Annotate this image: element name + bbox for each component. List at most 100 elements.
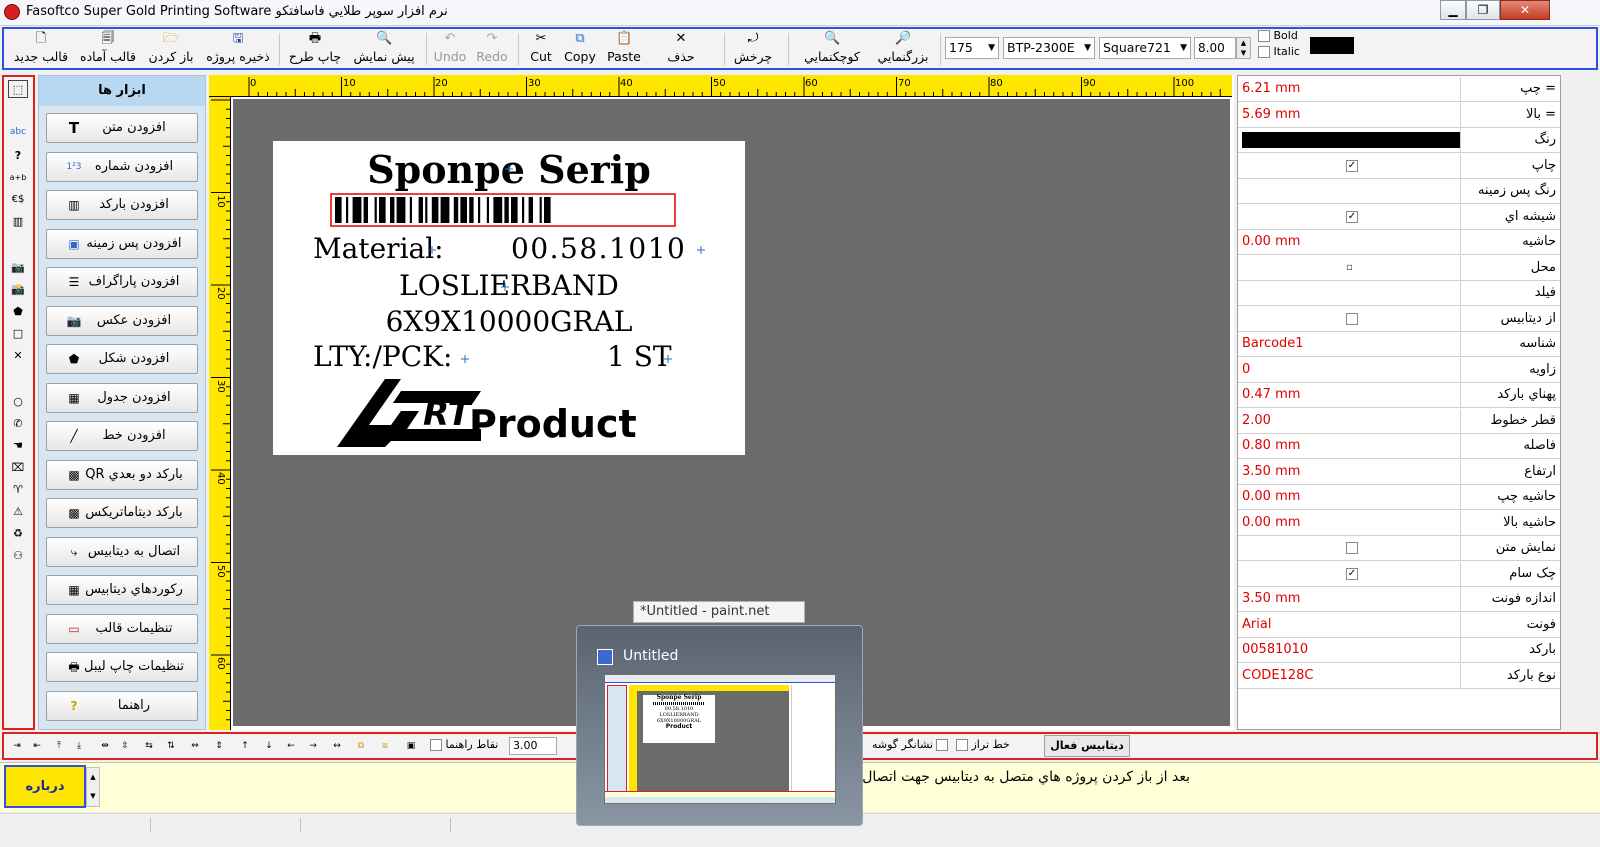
add-text-button[interactable]: T افزودن متن bbox=[46, 113, 198, 143]
bring-front-icon[interactable]: ⧉ bbox=[352, 738, 370, 754]
qr-code-button[interactable]: ▩ QR باركد دو بعدي bbox=[46, 460, 198, 490]
camera-icon[interactable]: 📷 bbox=[8, 259, 28, 277]
new-template-button[interactable]: 🗋 قالب جديد bbox=[10, 31, 72, 67]
checkbox-icon[interactable]: ✓ bbox=[1346, 567, 1358, 580]
property-row[interactable]: فيلد bbox=[1238, 281, 1560, 306]
corner-marker-checkbox[interactable]: نشانگر گوشه bbox=[872, 738, 949, 751]
arrow-up-icon[interactable]: ↑ bbox=[236, 738, 254, 754]
add-table-button[interactable]: ▦ افزودن جدول bbox=[46, 383, 198, 413]
align-left-icon[interactable]: ⇤ bbox=[28, 738, 46, 754]
printer-combo[interactable]: BTP-2300E ▼ bbox=[1003, 37, 1095, 59]
checkbox-icon[interactable] bbox=[1346, 312, 1358, 325]
property-value[interactable] bbox=[1242, 307, 1456, 331]
property-value[interactable] bbox=[1242, 128, 1460, 152]
property-row[interactable]: ✓ چاپ bbox=[1238, 153, 1560, 179]
same-width-icon[interactable]: ↔ bbox=[328, 738, 346, 754]
undo-button[interactable]: ↶ Undo bbox=[432, 31, 468, 67]
property-value[interactable]: 3.50 mm bbox=[1242, 460, 1456, 484]
group-icon[interactable]: ▣ bbox=[402, 738, 420, 754]
add-image-button[interactable]: 📷 افزودن عكس bbox=[46, 306, 198, 336]
property-row[interactable]: 0.80 mm فاصله bbox=[1238, 434, 1560, 459]
qty-value[interactable]: 1 ST bbox=[607, 340, 672, 373]
property-row[interactable]: از ديتابيس bbox=[1238, 306, 1560, 332]
help-icon[interactable]: ? bbox=[8, 147, 28, 165]
zoom-out-button[interactable]: 🔍 كوچكنمايي bbox=[798, 31, 866, 67]
property-value[interactable]: 00581010 bbox=[1242, 638, 1456, 662]
cut-button[interactable]: ✂ Cut bbox=[524, 31, 558, 67]
property-value[interactable]: Barcode1 bbox=[1242, 332, 1456, 356]
align-top-icon[interactable]: ⤒ bbox=[50, 738, 68, 754]
level-line-checkbox[interactable]: خط تراز bbox=[956, 738, 1010, 751]
send-back-icon[interactable]: ⧈ bbox=[376, 738, 394, 754]
camera-red-icon[interactable]: 📸 bbox=[8, 281, 28, 299]
open-button[interactable]: 🗁 باز كردن bbox=[142, 31, 200, 67]
property-row[interactable]: 0.47 mm پهناي باركد bbox=[1238, 383, 1560, 408]
barcode-icon[interactable]: ▥ bbox=[8, 213, 28, 231]
property-row[interactable]: Barcode1 شناسه bbox=[1238, 332, 1560, 357]
property-row[interactable]: ✓ چک سام bbox=[1238, 561, 1560, 587]
number-icon[interactable]: a+b bbox=[8, 169, 28, 187]
label-design[interactable]: Sponpe Serip Material: 00.58.1010 LOSLIE… bbox=[273, 141, 745, 455]
delete-button[interactable]: ✕ حذف bbox=[666, 31, 696, 67]
arrow-down-icon[interactable]: ↓ bbox=[260, 738, 278, 754]
property-row[interactable]: 2.00 قطر خطوط bbox=[1238, 408, 1560, 434]
property-row[interactable]: نمايش متن bbox=[1238, 536, 1560, 561]
taskbar-preview[interactable]: Untitled Sponpe Serip 00.58.1010 LOSLIER… bbox=[576, 625, 863, 826]
property-row[interactable]: ✓ شيشه اي bbox=[1238, 204, 1560, 230]
maximize-button[interactable]: ❐ bbox=[1466, 0, 1500, 20]
property-value[interactable]: 0.80 mm bbox=[1242, 434, 1456, 458]
add-background-button[interactable]: ▣ افزودن پس زمينه bbox=[46, 229, 198, 259]
redo-button[interactable]: ↷ Redo bbox=[474, 31, 510, 67]
align-bottom-icon[interactable]: ⤓ bbox=[70, 738, 88, 754]
barcode[interactable] bbox=[335, 197, 551, 223]
property-value[interactable]: 6.21 mm bbox=[1242, 77, 1456, 101]
connect-database-button[interactable]: ⤷ اتصال به ديتابيس bbox=[46, 537, 198, 567]
arrow-left-icon[interactable]: ← bbox=[282, 738, 300, 754]
property-row[interactable]: Arial فونت bbox=[1238, 612, 1560, 638]
italic-checkbox[interactable]: Italic bbox=[1258, 45, 1300, 58]
property-value[interactable]: CODE128C bbox=[1242, 664, 1456, 688]
print-preview-button[interactable]: 🔍 پيش نمايش bbox=[348, 31, 420, 67]
property-value[interactable]: Arial bbox=[1242, 613, 1456, 637]
property-value[interactable]: ▫ bbox=[1242, 256, 1456, 280]
add-line-button[interactable]: ╱ افزودن خط bbox=[46, 421, 198, 451]
property-value[interactable]: 3.50 mm bbox=[1242, 587, 1456, 611]
paste-button[interactable]: 📋 Paste bbox=[604, 31, 644, 67]
app-icon[interactable] bbox=[4, 4, 20, 20]
label-print-settings-button[interactable]: 🖶 تنظيمات چاپ ليبل bbox=[46, 652, 198, 682]
space-v-icon[interactable]: ⇅ bbox=[162, 738, 180, 754]
help-button[interactable]: ? راهنما bbox=[46, 691, 198, 721]
add-barcode-button[interactable]: ▥ افزودن باركد bbox=[46, 190, 198, 220]
checkbox-icon[interactable] bbox=[1346, 542, 1358, 554]
property-value[interactable]: ✓ bbox=[1242, 154, 1456, 178]
ready-template-button[interactable]: 🗐 قالب آماده bbox=[76, 31, 140, 67]
close-button[interactable]: ✕ bbox=[1500, 0, 1550, 20]
property-row[interactable]: رنگ پس زمينه bbox=[1238, 179, 1560, 204]
property-row[interactable]: رنگ bbox=[1238, 128, 1560, 153]
material-value[interactable]: 00.58.1010 bbox=[511, 232, 686, 265]
property-value[interactable]: 0.00 mm bbox=[1242, 511, 1456, 535]
currency-icon[interactable]: €$ bbox=[8, 191, 28, 209]
property-row[interactable]: 0.00 mm حاشيه bbox=[1238, 230, 1560, 255]
property-row[interactable]: ▫ محل bbox=[1238, 255, 1560, 281]
property-value[interactable]: 0.47 mm bbox=[1242, 383, 1456, 407]
copy-button[interactable]: ⧉ Copy bbox=[560, 31, 600, 67]
label-line-3[interactable]: 6X9X10000GRAL bbox=[386, 305, 633, 338]
property-value[interactable] bbox=[1242, 536, 1456, 560]
size-input[interactable]: 8.00 bbox=[1194, 37, 1236, 59]
property-value[interactable]: 0.00 mm bbox=[1242, 230, 1456, 254]
property-value[interactable]: 5.69 mm bbox=[1242, 103, 1456, 127]
spacing-input[interactable]: 3.00 bbox=[509, 737, 557, 755]
zoom-combo[interactable]: 175 ▼ bbox=[945, 37, 999, 59]
size-spinner[interactable]: ▲ ▼ bbox=[1236, 37, 1251, 59]
rectangle-icon[interactable]: □ bbox=[8, 325, 28, 343]
property-row[interactable]: CODE128C نوع باركد bbox=[1238, 663, 1560, 689]
print-button[interactable]: 🖶 چاپ طرح bbox=[286, 31, 344, 67]
property-row[interactable]: 6.21 mm چپ = bbox=[1238, 77, 1560, 102]
about-button[interactable]: درباره bbox=[4, 765, 86, 808]
glass-icon[interactable]: ♈ bbox=[8, 481, 28, 499]
color-swatch[interactable] bbox=[1310, 37, 1354, 54]
checkbox-icon[interactable]: ✓ bbox=[1346, 210, 1358, 223]
template-settings-button[interactable]: ▭ تنظيمات قالب bbox=[46, 614, 198, 644]
add-number-button[interactable]: 1²3 افزودن شماره bbox=[46, 152, 198, 182]
